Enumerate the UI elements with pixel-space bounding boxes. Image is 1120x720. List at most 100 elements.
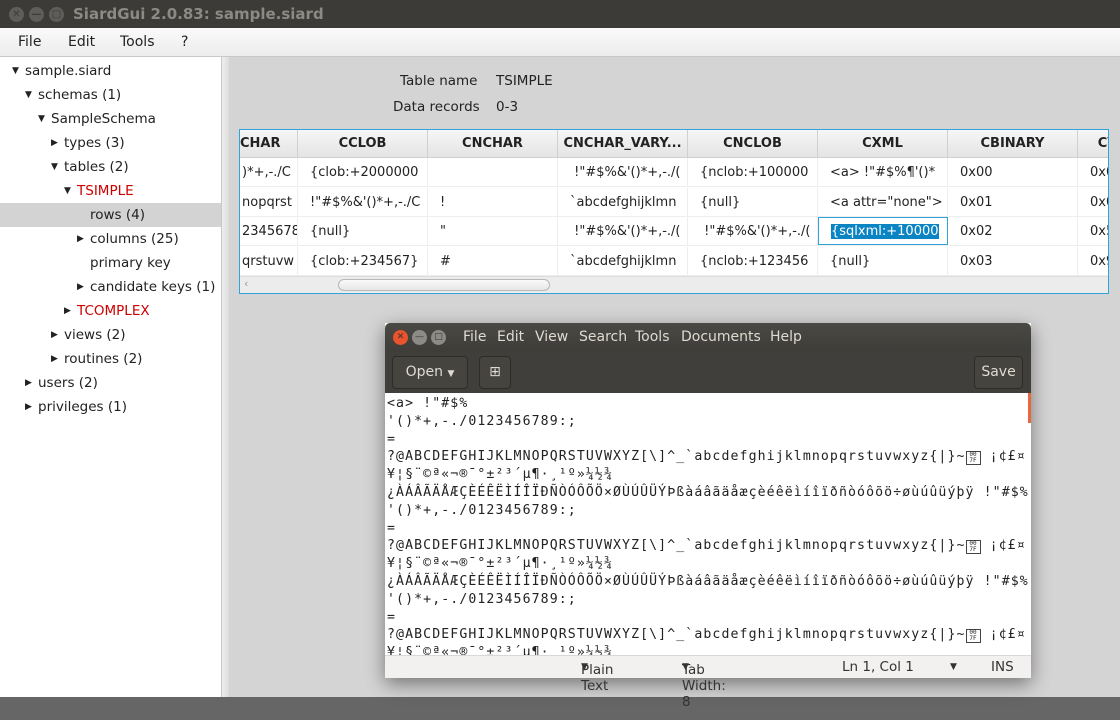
table-cell[interactable]: `abcdefghijklmn [558, 246, 688, 275]
menu-tools[interactable]: Tools [120, 34, 155, 50]
table-cell[interactable]: {null} [298, 217, 428, 245]
column-header[interactable]: CNCLOB [688, 130, 818, 157]
table-cell[interactable]: ! [428, 187, 558, 216]
chevron-down-icon[interactable]: ▼ [950, 662, 957, 672]
collapsed-arrow-icon[interactable]: ▶ [51, 131, 58, 155]
save-button[interactable]: Save [974, 356, 1023, 389]
table-cell[interactable]: !"#$%&'()*+,-./( [688, 217, 818, 245]
table-cell[interactable]: {clob:+2000000 [298, 158, 428, 186]
column-header[interactable]: CNCHAR_VARY... [558, 130, 688, 157]
collapsed-arrow-icon[interactable]: ▶ [77, 275, 84, 299]
tree-node[interactable]: ▶ users (2) [0, 371, 221, 395]
tree-node[interactable]: ▶ routines (2) [0, 347, 221, 371]
table-cell[interactable]: 0x0 [1078, 188, 1108, 216]
column-header[interactable]: CXML [818, 130, 948, 157]
menu-edit[interactable]: Edit [68, 34, 95, 50]
tree-node[interactable]: ▼ schemas (1) [0, 83, 221, 107]
table-cell[interactable]: 0x02 [948, 217, 1078, 245]
scrollbar-thumb[interactable] [338, 279, 550, 291]
maximize-icon[interactable]: □ [49, 7, 64, 22]
table-cell[interactable]: {sqlxml:+10000 [818, 217, 948, 245]
table-cell[interactable]: 0x9 [1078, 247, 1108, 275]
tree-node[interactable]: ▼ tables (2) [0, 155, 221, 179]
horizontal-scrollbar[interactable]: ‹ › [240, 276, 1108, 293]
table-cell[interactable]: nopqrst [240, 187, 298, 216]
menu-help[interactable]: ? [181, 34, 188, 50]
collapsed-arrow-icon[interactable]: ▶ [25, 395, 32, 419]
gedit-menu-documents[interactable]: Documents [681, 329, 761, 345]
tree-node[interactable]: ▶ types (3) [0, 131, 221, 155]
table-row[interactable]: qrstuvw {clob:+234567} # `abcdefghijklmn {nc… [240, 246, 1108, 276]
table-cell[interactable]: {null} [688, 187, 818, 216]
minimize-icon[interactable]: — [412, 330, 427, 345]
table-cell[interactable]: <a> !"#$%¶'()* [818, 158, 948, 186]
navigation-tree[interactable]: ▼ sample.siard ▼ schemas (1) ▼ SampleSchema ▶ t… [0, 57, 222, 697]
tree-node[interactable]: primary key [0, 251, 221, 275]
tree-node[interactable]: ▼ SampleSchema [0, 107, 221, 131]
table-cell[interactable]: <a attr="none"> [818, 187, 948, 216]
close-icon[interactable]: ✕ [393, 330, 408, 345]
gedit-menu-help[interactable]: Help [770, 329, 802, 345]
column-header[interactable]: CNCHAR [428, 130, 558, 157]
table-cell[interactable]: qrstuvw [240, 246, 298, 275]
table-cell[interactable] [428, 158, 558, 186]
table-cell[interactable]: 0x0 [1078, 158, 1108, 186]
table-cell[interactable]: # [428, 246, 558, 275]
rows-table[interactable]: qrstuvw {clob:+234567} # `abcdefghijklmn {nc… [239, 129, 1109, 294]
table-row[interactable]: nopqrst !"#$%&'()*+,-./C! `abcdefghijklmn {… [240, 187, 1108, 217]
split-pane-divider[interactable] [222, 57, 229, 697]
column-header[interactable]: CBINARY [948, 130, 1078, 157]
table-cell[interactable]: !"#$%&'()*+,-./( [558, 217, 688, 245]
tree-node[interactable]: ▼ sample.siard [0, 59, 221, 83]
tree-node[interactable]: ▶ privileges (1) [0, 395, 221, 419]
menu-file[interactable]: File [18, 34, 41, 50]
tree-node[interactable]: rows (4) [0, 203, 221, 227]
expanded-arrow-icon[interactable]: ▼ [64, 179, 71, 203]
table-cell[interactable]: `abcdefghijklmn [558, 187, 688, 216]
tree-node[interactable]: ▶ TCOMPLEX [0, 299, 221, 323]
scroll-left-icon[interactable]: ‹ [244, 277, 248, 290]
vertical-scrollbar[interactable] [1028, 393, 1031, 423]
table-cell[interactable]: !"#$%&'()*+,-./C [298, 187, 428, 216]
gedit-menu-edit[interactable]: Edit [497, 329, 524, 345]
table-cell[interactable]: {nclob:+123456 [688, 246, 818, 275]
collapsed-arrow-icon[interactable]: ▶ [64, 299, 71, 323]
table-cell[interactable]: {null} [818, 246, 948, 275]
tree-node[interactable]: ▶ candidate keys (1) [0, 275, 221, 299]
tree-node[interactable]: ▼ TSIMPLE [0, 179, 221, 203]
table-cell[interactable]: " [428, 217, 558, 245]
table-cell[interactable]: )*+,-./C [240, 158, 298, 186]
table-cell[interactable]: 0x03 [948, 246, 1078, 275]
close-icon[interactable]: ✕ [9, 7, 24, 22]
collapsed-arrow-icon[interactable]: ▶ [51, 347, 58, 371]
minimize-icon[interactable]: — [29, 7, 44, 22]
table-cell[interactable]: !"#$%&'()*+,-./( [558, 158, 688, 186]
table-cell[interactable]: 0x5 [1078, 217, 1108, 245]
collapsed-arrow-icon[interactable]: ▶ [77, 227, 84, 251]
expanded-arrow-icon[interactable]: ▼ [51, 155, 58, 179]
open-button[interactable]: Open ▼ [392, 356, 468, 389]
collapsed-arrow-icon[interactable]: ▶ [25, 371, 32, 395]
column-header[interactable]: CV [1078, 130, 1108, 157]
maximize-icon[interactable]: □ [431, 330, 446, 345]
expanded-arrow-icon[interactable]: ▼ [25, 83, 32, 107]
table-cell[interactable]: 2345678 [240, 217, 298, 245]
column-header[interactable]: CHAR [240, 130, 298, 157]
gedit-menu-file[interactable]: File [463, 329, 486, 345]
tree-node[interactable]: ▶ columns (25) [0, 227, 221, 251]
table-row[interactable]: 2345678 {null} " !"#$%&'()*+,-./( !"#$%&'(… [240, 217, 1108, 246]
table-cell[interactable]: 0x01 [948, 187, 1078, 216]
gedit-menu-view[interactable]: View [535, 329, 568, 345]
gedit-menu-tools[interactable]: Tools [635, 329, 670, 345]
table-row[interactable]: )*+,-./C {clob:+2000000 !"#$%&'()*+,-./({… [240, 158, 1108, 187]
column-header[interactable]: CCLOB [298, 130, 428, 157]
text-editor-area[interactable]: <a> !"#$% '()*+,-./0123456789:; = ?@ABCDEFG… [385, 393, 1031, 655]
table-cell[interactable]: {nclob:+100000 [688, 158, 818, 186]
collapsed-arrow-icon[interactable]: ▶ [51, 323, 58, 347]
new-tab-button[interactable]: ⊞ [479, 356, 511, 389]
expanded-arrow-icon[interactable]: ▼ [12, 59, 19, 83]
table-cell[interactable]: {clob:+234567} [298, 246, 428, 275]
table-cell[interactable]: 0x00 [948, 158, 1078, 186]
expanded-arrow-icon[interactable]: ▼ [38, 107, 45, 131]
gedit-menu-search[interactable]: Search [579, 329, 627, 345]
